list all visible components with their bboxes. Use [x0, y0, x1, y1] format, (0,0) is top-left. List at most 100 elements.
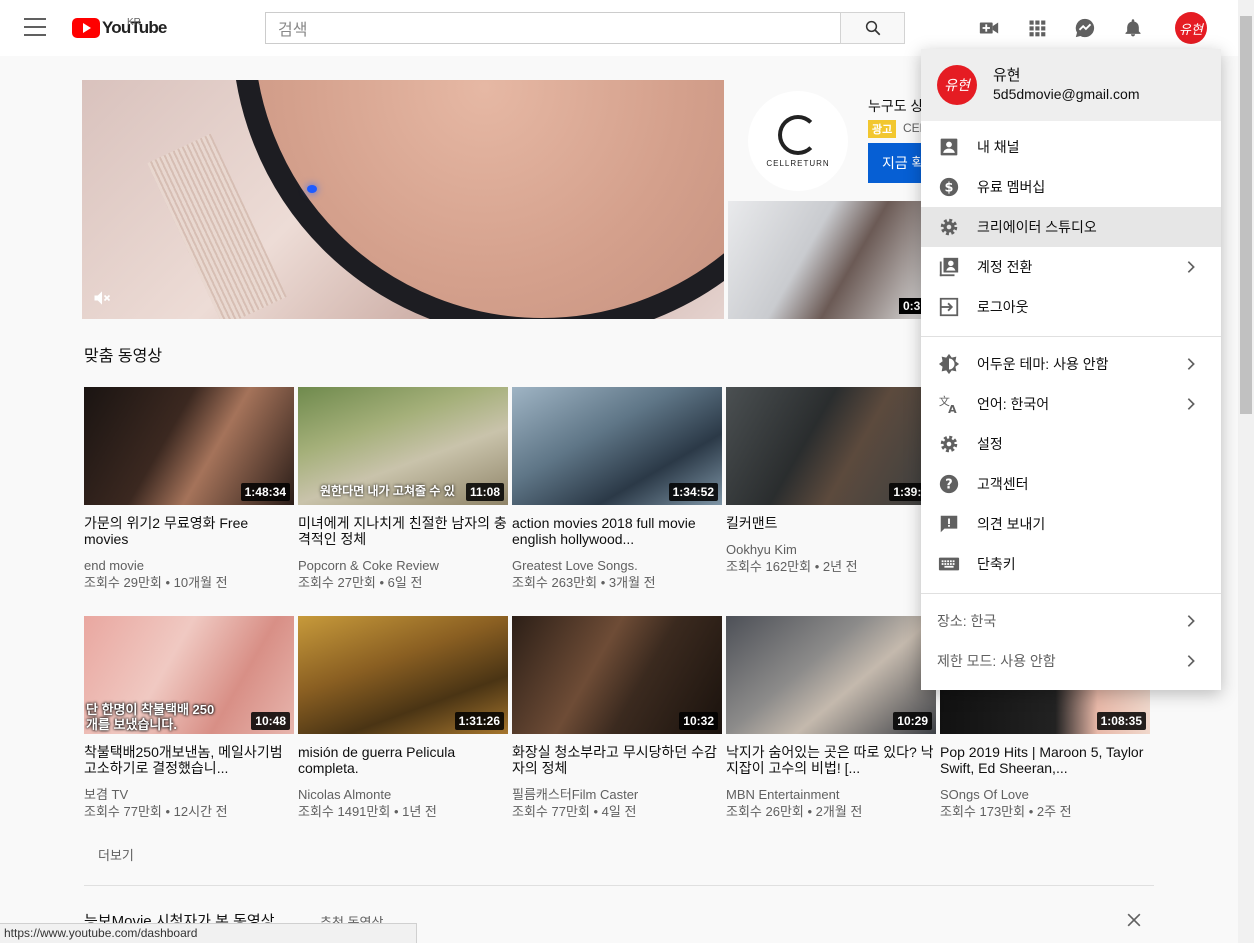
- video-meta: 조회수 263만회 • 3개월 전: [512, 575, 656, 590]
- menu-item-language[interactable]: 文A 언어: 한국어: [921, 384, 1221, 424]
- svg-text:?: ?: [945, 478, 952, 493]
- menu-item-paid-memberships[interactable]: $ 유료 멤버십: [921, 167, 1221, 207]
- video-channel[interactable]: SOngs Of Love: [940, 786, 1150, 803]
- video-thumbnail[interactable]: 1:39:3: [726, 387, 936, 505]
- ad-title[interactable]: 누구도 상: [868, 96, 923, 116]
- video-meta: 조회수 26만회 • 2개월 전: [726, 804, 863, 819]
- video-meta: 조회수 1491만회 • 1년 전: [298, 804, 437, 819]
- video-channel[interactable]: Ookhyu Kim: [726, 541, 936, 558]
- keyboard-icon: [937, 552, 961, 576]
- menu-item-label: 어두운 테마: 사용 안함: [977, 356, 1109, 372]
- menu-item-label: 단축키: [977, 556, 1016, 572]
- ad-video-player[interactable]: [82, 80, 724, 319]
- close-icon[interactable]: [1124, 910, 1144, 930]
- masthead: YouTube KR 검색 유현: [0, 0, 1238, 56]
- menu-item-label: 의견 보내기: [977, 516, 1046, 532]
- video-title[interactable]: 미녀에게 지나치게 친절한 남자의 충격적인 정체: [298, 515, 508, 547]
- video-thumbnail[interactable]: 1:48:34: [84, 387, 294, 505]
- video-thumbnail[interactable]: 10:29: [726, 616, 936, 734]
- video-channel[interactable]: MBN Entertainment: [726, 786, 936, 803]
- notifications-bell-icon[interactable]: [1121, 16, 1145, 40]
- menu-item-my-channel[interactable]: 내 채널: [921, 127, 1221, 167]
- ad-brand-logo[interactable]: CELLRETURN: [748, 91, 848, 191]
- video-channel[interactable]: 필름캐스터Film Caster: [512, 786, 722, 803]
- video-duration: 1:48:34: [240, 483, 290, 501]
- youtube-logo[interactable]: YouTube: [72, 17, 167, 39]
- svg-text:$: $: [945, 181, 954, 196]
- ad-brand-mark-icon: [778, 114, 818, 155]
- menu-item-logout[interactable]: 로그아웃: [921, 287, 1221, 327]
- video-card[interactable]: 1:39:3 킬커맨트 Ookhyu Kim 조회수 162만회 • 2년 전: [726, 387, 936, 575]
- video-meta: 조회수 27만회 • 6일 전: [298, 575, 423, 590]
- menu-item-location[interactable]: 장소: 한국: [921, 601, 1221, 641]
- video-channel[interactable]: end movie: [84, 557, 294, 574]
- video-card[interactable]: 1:48:34 가문의 위기2 무료영화 Free movies end mov…: [84, 387, 294, 591]
- ad-badge: 광고: [868, 120, 897, 138]
- messages-icon[interactable]: [1073, 16, 1097, 40]
- video-title[interactable]: 화장실 청소부라고 무시당하던 수감자의 정체: [512, 744, 722, 776]
- video-channel[interactable]: Popcorn & Coke Review: [298, 557, 508, 574]
- video-channel[interactable]: Nicolas Almonte: [298, 786, 508, 803]
- video-duration: 1:34:52: [668, 483, 718, 501]
- account-avatar-button[interactable]: 유현: [1175, 12, 1207, 44]
- video-card[interactable]: 10:32 화장실 청소부라고 무시당하던 수감자의 정체 필름캐스터Film …: [512, 616, 722, 820]
- svg-text:A: A: [948, 403, 957, 415]
- ad-product-image: [232, 80, 724, 319]
- video-thumbnail[interactable]: 원한다면 내가 고쳐줄 수 있 11:08: [298, 387, 508, 505]
- video-title[interactable]: Pop 2019 Hits | Maroon 5, Taylor Swift, …: [940, 744, 1150, 776]
- video-channel[interactable]: 보겸 TV: [84, 786, 294, 803]
- account-menu-avatar: 유현: [937, 65, 977, 105]
- apps-grid-icon[interactable]: [1025, 16, 1049, 40]
- ad-secondary-thumbnail[interactable]: [728, 201, 928, 319]
- youtube-play-icon: [72, 18, 100, 38]
- chevron-right-icon: [1187, 615, 1195, 627]
- gear-icon: [937, 215, 961, 239]
- scrollbar-thumb[interactable]: [1240, 16, 1252, 414]
- video-duration: 10:32: [679, 712, 718, 730]
- help-icon: ?: [937, 472, 961, 496]
- video-card[interactable]: 1:31:26 misión de guerra Pelicula comple…: [298, 616, 508, 820]
- video-card[interactable]: 단 한명이 착불택배 250개를 보냈습니다. 10:48 착불택배250개보낸…: [84, 616, 294, 820]
- video-channel[interactable]: Greatest Love Songs.: [512, 557, 722, 574]
- menu-divider: [921, 336, 1221, 337]
- menu-item-switch-account[interactable]: 계정 전환: [921, 247, 1221, 287]
- video-thumbnail[interactable]: 1:34:52: [512, 387, 722, 505]
- menu-item-label: 제한 모드: 사용 안함: [937, 653, 1056, 669]
- menu-item-feedback[interactable]: 의견 보내기: [921, 504, 1221, 544]
- menu-item-keyboard-shortcuts[interactable]: 단축키: [921, 544, 1221, 584]
- mute-icon[interactable]: [92, 288, 112, 308]
- menu-item-settings[interactable]: 설정: [921, 424, 1221, 464]
- hamburger-menu-icon[interactable]: [24, 18, 46, 36]
- video-card[interactable]: 10:29 낙지가 숨어있는 곳은 따로 있다? 낙지잡이 고수의 비법! [.…: [726, 616, 936, 820]
- menu-divider: [921, 593, 1221, 594]
- video-title[interactable]: 착불택배250개보낸놈, 메일사기범 고소하기로 결정했습니...: [84, 744, 294, 776]
- menu-item-label: 로그아웃: [977, 299, 1029, 315]
- person-icon: [937, 135, 961, 159]
- ad-cta-button[interactable]: 지금 확: [868, 143, 928, 183]
- account-header: 유현 유현 5d5dmovie@gmail.com: [921, 49, 1221, 121]
- menu-item-dark-theme[interactable]: 어두운 테마: 사용 안함: [921, 344, 1221, 384]
- video-thumbnail[interactable]: 단 한명이 착불택배 250개를 보냈습니다. 10:48: [84, 616, 294, 734]
- video-title[interactable]: misión de guerra Pelicula completa.: [298, 744, 508, 776]
- menu-item-label: 고객센터: [977, 476, 1029, 492]
- video-title[interactable]: 낙지가 숨어있는 곳은 따로 있다? 낙지잡이 고수의 비법! [...: [726, 744, 936, 776]
- video-title[interactable]: 킬커맨트: [726, 515, 936, 531]
- video-thumbnail[interactable]: 10:32: [512, 616, 722, 734]
- create-video-icon[interactable]: [977, 16, 1001, 40]
- status-bar-url: https://www.youtube.com/dashboard: [0, 923, 417, 943]
- menu-item-help[interactable]: ? 고객센터: [921, 464, 1221, 504]
- video-thumbnail[interactable]: 1:31:26: [298, 616, 508, 734]
- video-card[interactable]: 원한다면 내가 고쳐줄 수 있 11:08 미녀에게 지나치게 친절한 남자의 …: [298, 387, 508, 591]
- video-title[interactable]: action movies 2018 full movie english ho…: [512, 515, 722, 547]
- show-more-link[interactable]: 더보기: [98, 845, 134, 864]
- thumbnail-caption: 원한다면 내가 고쳐줄 수 있: [320, 484, 455, 498]
- search-button[interactable]: [840, 12, 905, 44]
- video-card[interactable]: 1:34:52 action movies 2018 full movie en…: [512, 387, 722, 591]
- search-input[interactable]: 검색: [265, 12, 841, 44]
- menu-item-creator-studio[interactable]: 크리에이터 스튜디오: [921, 207, 1221, 247]
- video-title[interactable]: 가문의 위기2 무료영화 Free movies: [84, 515, 294, 547]
- video-duration: 10:48: [251, 712, 290, 730]
- menu-item-restricted-mode[interactable]: 제한 모드: 사용 안함: [921, 641, 1221, 681]
- account-menu: 유현 유현 5d5dmovie@gmail.com 내 채널 $ 유료 멤버십 …: [921, 49, 1221, 690]
- dollar-circle-icon: $: [937, 175, 961, 199]
